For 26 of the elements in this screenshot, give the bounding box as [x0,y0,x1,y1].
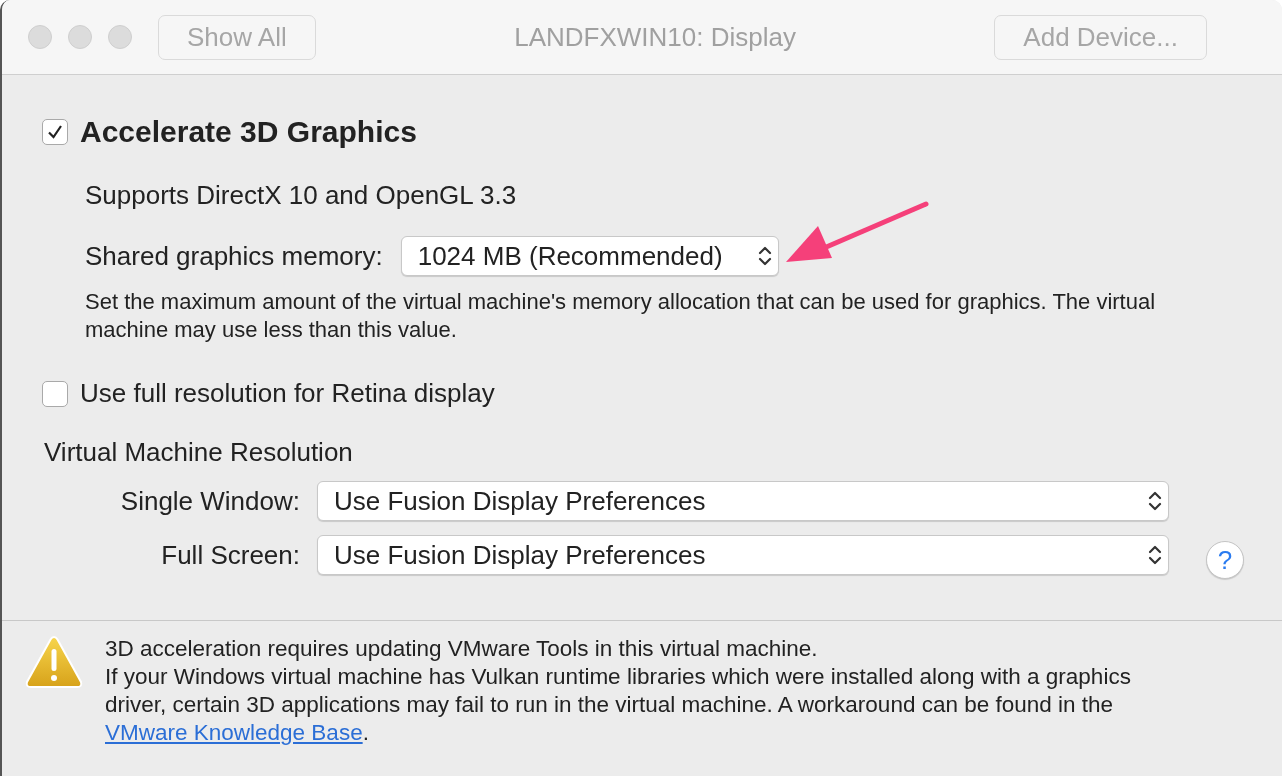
popup-button[interactable]: 1024 MB (Recommended) [400,236,779,276]
hint-text: Set the maximum amount of the virtual machine's memory allocation that can be used for graphics. The virtual machine may use less than this value. [85,288,1157,344]
checkbox-label: Use full resolution for Retina display [80,378,495,409]
chevron-up-down-icon [757,245,772,267]
popup-button[interactable]: Use Fusion Display Preferences [317,481,1169,521]
support-text: Supports DirectX 10 and OpenGL 3.3 [85,180,518,211]
popup-button[interactable]: Use Fusion Display Preferences [317,535,1169,575]
checkbox-label: Accelerate 3D Graphics [80,115,417,149]
checkbox[interactable] [42,119,68,145]
section-heading: Virtual Machine Resolution [44,437,354,468]
warning-title: 3D acceleration requires updating VMware Tools in this virtual machine. [105,635,819,663]
window-control-icon[interactable] [108,25,132,49]
window-control-icon[interactable] [28,25,52,49]
chevron-up-down-icon [1148,490,1162,512]
window-control-icon[interactable] [68,25,92,49]
field-label: Single Window: [119,485,301,517]
help-button[interactable]: ? [1206,541,1244,579]
checkmark-icon [46,123,64,141]
chevron-up-down-icon [1148,544,1162,566]
window-title: LANDFXWIN10: Display [513,21,797,53]
field-label: Full Screen: [160,539,301,571]
knowledge-base-link[interactable]: VMware Knowledge Base [105,720,363,745]
warning-text: If your Windows virtual machine has Vulkan runtime libraries which were installed along with a graphics driver, certain 3D applications may fail to run in the virtual machine. A workaround can be found in the VMware Knowledge Base. [105,663,1132,747]
checkbox[interactable] [42,380,68,407]
warning-icon [25,635,83,689]
field-label: Shared graphics memory: [85,240,383,272]
